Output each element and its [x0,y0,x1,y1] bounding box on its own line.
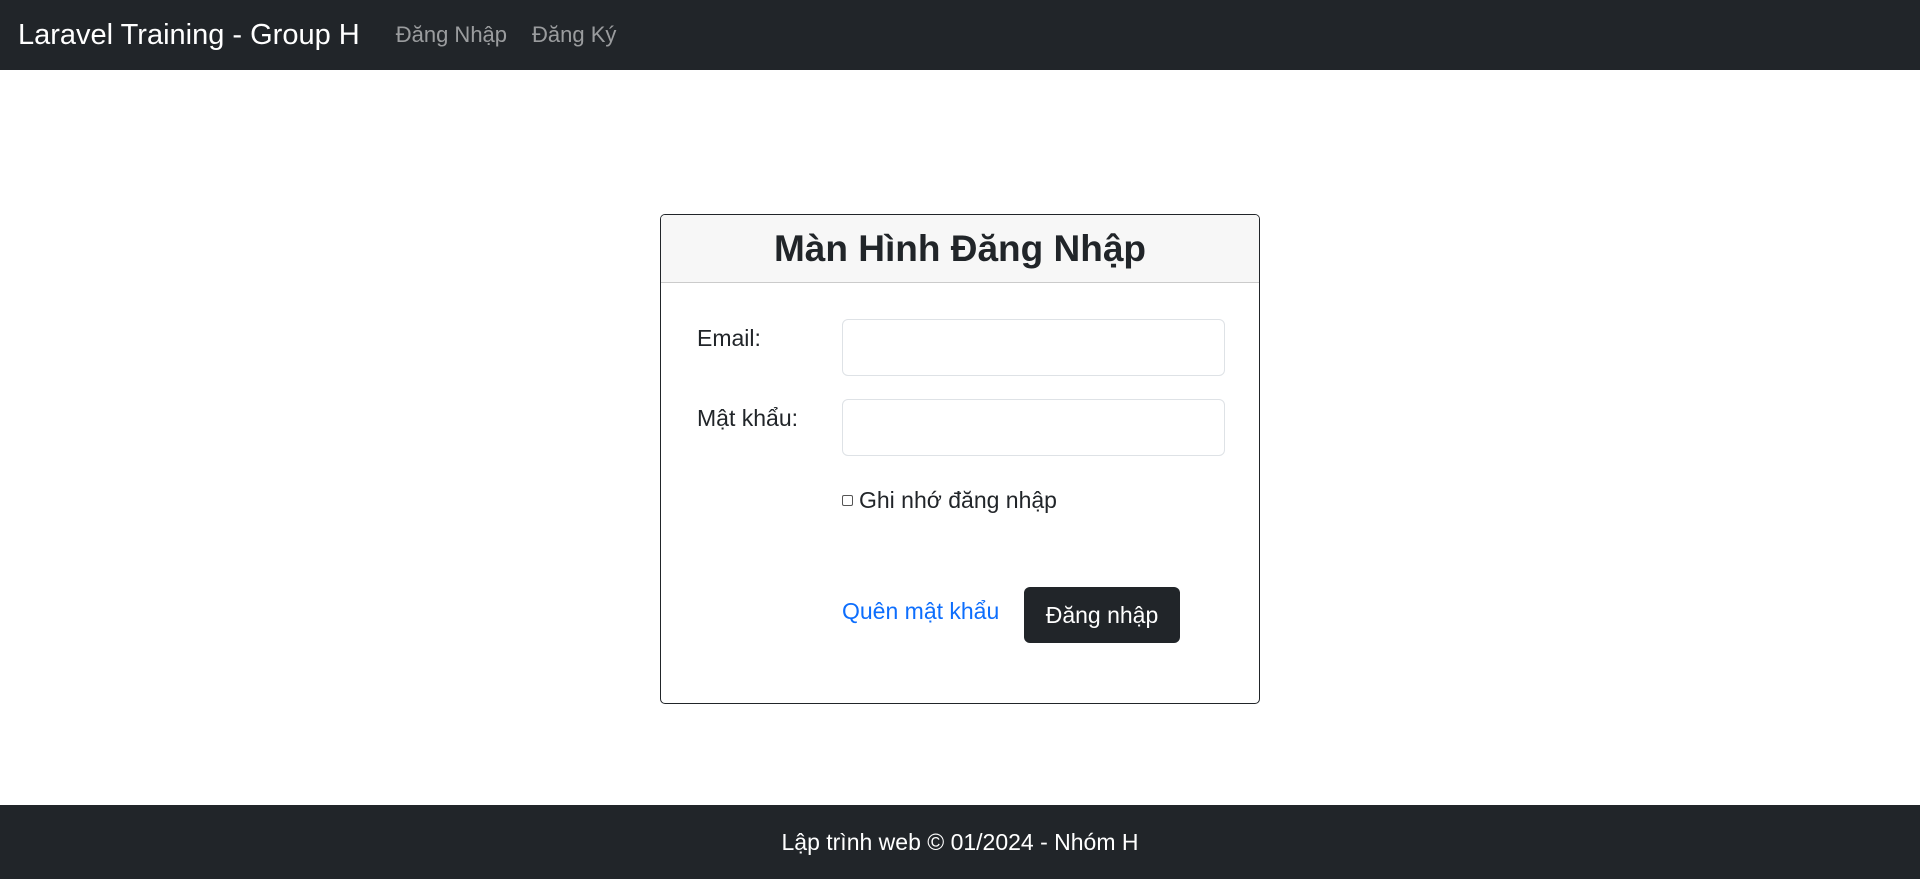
remember-checkbox[interactable] [842,495,853,506]
remember-label[interactable]: Ghi nhớ đăng nhập [859,487,1057,514]
navbar-brand[interactable]: Laravel Training - Group H [18,19,360,52]
page-footer: Lập trình web © 01/2024 - Nhóm H [0,805,1920,879]
password-label: Mật khẩu: [697,405,798,431]
password-field[interactable] [842,399,1225,456]
login-card-title: Màn Hình Đăng Nhập [773,227,1147,269]
email-field[interactable] [842,319,1225,376]
nav-link-login[interactable]: Đăng Nhập [396,22,507,48]
email-label: Email: [697,325,761,351]
nav-link-register[interactable]: Đăng Ký [532,22,616,48]
login-button[interactable]: Đăng nhập [1024,587,1180,643]
footer-text: Lập trình web © 01/2024 - Nhóm H [781,828,1139,855]
login-card-header: Màn Hình Đăng Nhập [661,215,1259,283]
top-navbar: Laravel Training - Group H Đăng Nhập Đăn… [0,0,1920,70]
forgot-password-link[interactable]: Quên mật khẩu [842,598,999,625]
login-card: Màn Hình Đăng Nhập Email: Mật khẩu: Ghi … [660,214,1260,704]
remember-me[interactable]: Ghi nhớ đăng nhập [842,487,1057,514]
